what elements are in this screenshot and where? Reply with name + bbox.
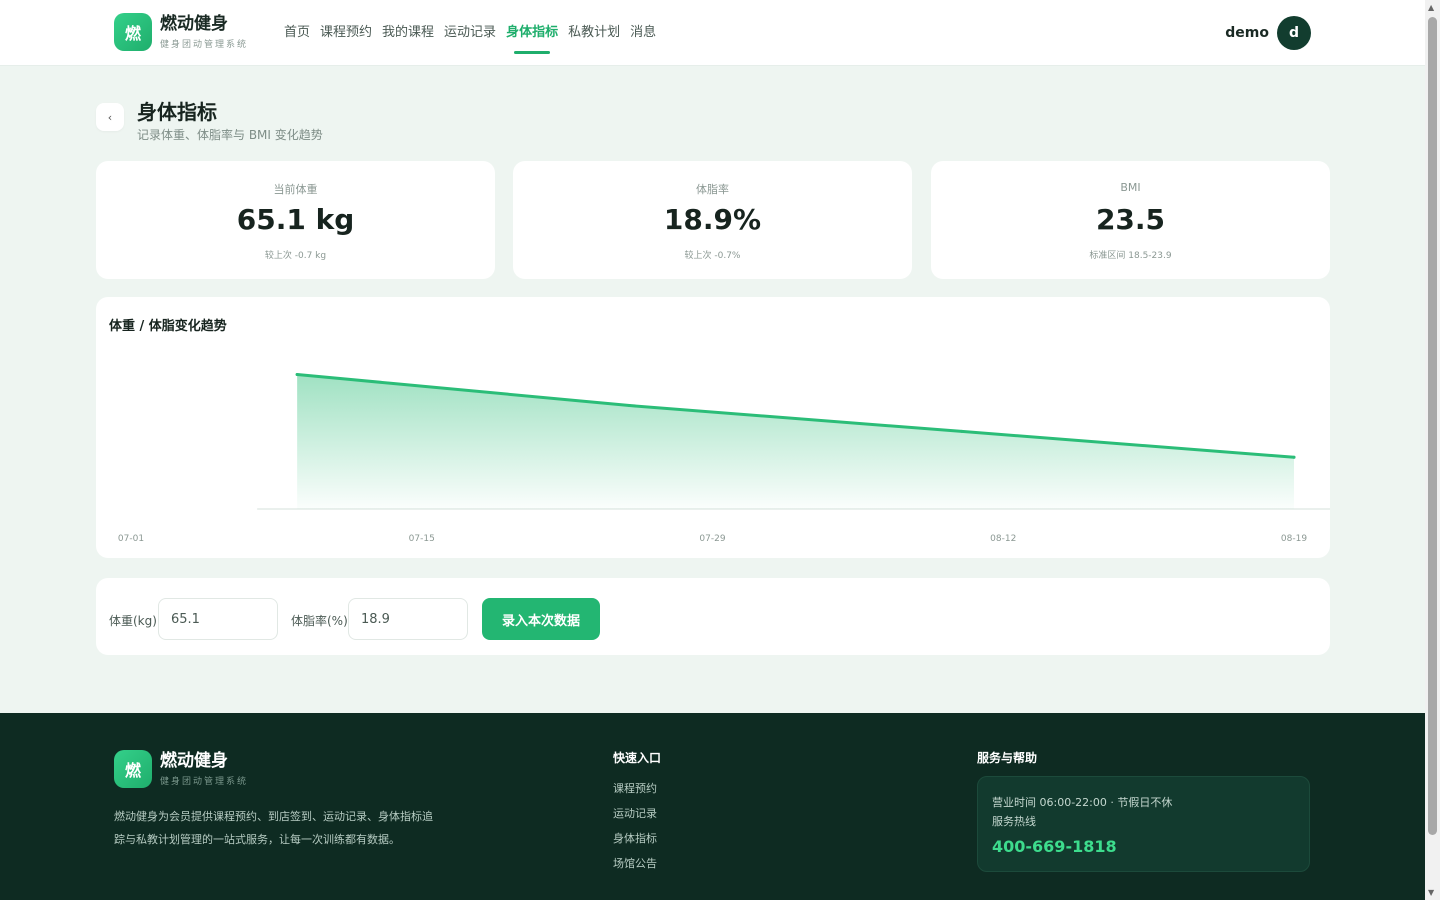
scroll-down-icon[interactable]: ▼ xyxy=(1428,888,1434,897)
weight-input[interactable] xyxy=(158,598,278,640)
scrollbar[interactable]: ▲ ▼ xyxy=(1425,0,1440,900)
nav-body-metrics[interactable]: 身体指标 xyxy=(506,22,558,54)
stat-value: 18.9% xyxy=(663,203,762,236)
footer-link-course-booking[interactable]: 课程预约 xyxy=(613,779,657,804)
nav-messages[interactable]: 消息 xyxy=(630,22,656,54)
chart-point-2 xyxy=(960,429,964,433)
brand-text: 燃动健身 健身团动管理系统 xyxy=(160,14,248,50)
footer-link-announcements[interactable]: 场馆公告 xyxy=(613,854,657,879)
nav-home[interactable]: 首页 xyxy=(284,22,310,54)
brand-name: 燃动健身 xyxy=(160,14,228,34)
page-title: 身体指标 xyxy=(137,100,217,124)
logo-icon: 燃 xyxy=(114,13,152,51)
stat-value: 23.5 xyxy=(1095,203,1166,236)
footer-brand-text: 燃动健身 健身团动管理系统 xyxy=(160,751,248,787)
quick-links-title: 快速入口 xyxy=(613,751,662,765)
stat-note: 较上次 -0.7 kg xyxy=(264,251,327,261)
hotline-label: 服务热线 xyxy=(992,815,1036,828)
scrollbar-thumb[interactable] xyxy=(1428,17,1437,835)
nav-coach-plan[interactable]: 私教计划 xyxy=(568,22,620,54)
back-button[interactable]: ‹ xyxy=(96,103,124,131)
quick-links: 课程预约 运动记录 身体指标 场馆公告 xyxy=(613,779,657,879)
x-tick-label: 07-01 xyxy=(118,534,144,544)
chart-area xyxy=(297,374,1295,509)
trend-chart-card: 体重 / 体脂变化趋势 07-01 07-15 07-29 08-12 08-19 xyxy=(96,297,1330,558)
chart-point-1 xyxy=(627,404,631,408)
user-menu[interactable]: demo d xyxy=(1225,16,1311,50)
stat-card-bmi: BMI 23.5 标准区间 18.5-23.9 xyxy=(931,161,1330,279)
record-form: 体重(kg) 体脂率(%) 录入本次数据 xyxy=(96,578,1330,655)
x-tick-label: 08-19 xyxy=(1281,534,1307,544)
opening-hours: 营业时间 06:00-22:00 · 节假日不休 xyxy=(992,796,1173,809)
stat-note: 较上次 -0.7% xyxy=(684,251,741,261)
stat-value: 65.1 kg xyxy=(236,203,355,236)
footer-brand[interactable]: 燃 燃动健身 健身团动管理系统 xyxy=(114,750,248,788)
x-tick-label: 07-15 xyxy=(409,534,435,544)
help-box: 营业时间 06:00-22:00 · 节假日不休 服务热线 400-669-18… xyxy=(977,776,1310,872)
chart-point-0 xyxy=(295,373,299,377)
brand-subtitle: 健身团动管理系统 xyxy=(160,40,249,50)
stat-label: BMI xyxy=(1120,181,1141,194)
nav-course-booking[interactable]: 课程预约 xyxy=(320,22,372,54)
x-tick-label: 08-12 xyxy=(990,534,1016,544)
footer-link-body-metrics[interactable]: 身体指标 xyxy=(613,829,657,854)
chevron-left-icon: ‹ xyxy=(107,110,113,124)
footer-brand-subtitle: 健身团动管理系统 xyxy=(160,777,249,787)
nav-workout-records[interactable]: 运动记录 xyxy=(444,22,496,54)
submit-record-button[interactable]: 录入本次数据 xyxy=(482,598,600,640)
scroll-up-icon[interactable]: ▲ xyxy=(1428,3,1434,12)
stat-card-weight: 当前体重 65.1 kg 较上次 -0.7 kg xyxy=(96,161,495,279)
footer: 燃 燃动健身 健身团动管理系统 燃动健身为会员提供课程预约、到店签到、运动记录、… xyxy=(0,713,1425,900)
user-name: demo xyxy=(1225,25,1269,41)
avatar: d xyxy=(1277,16,1311,50)
x-tick-label: 07-29 xyxy=(699,534,725,544)
nav-my-courses[interactable]: 我的课程 xyxy=(382,22,434,54)
chart-point-3 xyxy=(1292,455,1296,459)
body-fat-label: 体脂率(%) xyxy=(291,614,348,628)
logo-icon: 燃 xyxy=(114,750,152,788)
stat-label: 当前体重 xyxy=(273,183,318,196)
footer-link-workout-records[interactable]: 运动记录 xyxy=(613,804,657,829)
help-title: 服务与帮助 xyxy=(977,751,1038,765)
weight-label: 体重(kg) xyxy=(109,614,157,628)
body-fat-input[interactable] xyxy=(348,598,468,640)
stat-label: 体脂率 xyxy=(696,183,729,196)
footer-brand-name: 燃动健身 xyxy=(160,751,228,771)
page-subtitle: 记录体重、体脂率与 BMI 变化趋势 xyxy=(137,128,323,142)
stat-note: 标准区间 18.5-23.9 xyxy=(1089,251,1172,261)
trend-chart: 07-01 07-15 07-29 08-12 08-19 xyxy=(118,373,1330,544)
brand[interactable]: 燃 燃动健身 健身团动管理系统 xyxy=(114,13,248,51)
main-nav: 首页 课程预约 我的课程 运动记录 身体指标 私教计划 消息 xyxy=(284,22,666,54)
top-header: 燃 燃动健身 健身团动管理系统 首页 课程预约 我的课程 运动记录 身体指标 私… xyxy=(0,0,1425,66)
footer-description: 燃动健身为会员提供课程预约、到店签到、运动记录、身体指标追踪与私教计划管理的一站… xyxy=(114,810,433,846)
hotline-number[interactable]: 400-669-1818 xyxy=(992,837,1295,856)
page: 燃 燃动健身 健身团动管理系统 首页 课程预约 我的课程 运动记录 身体指标 私… xyxy=(0,0,1425,900)
stat-card-body-fat: 体脂率 18.9% 较上次 -0.7% xyxy=(513,161,912,279)
